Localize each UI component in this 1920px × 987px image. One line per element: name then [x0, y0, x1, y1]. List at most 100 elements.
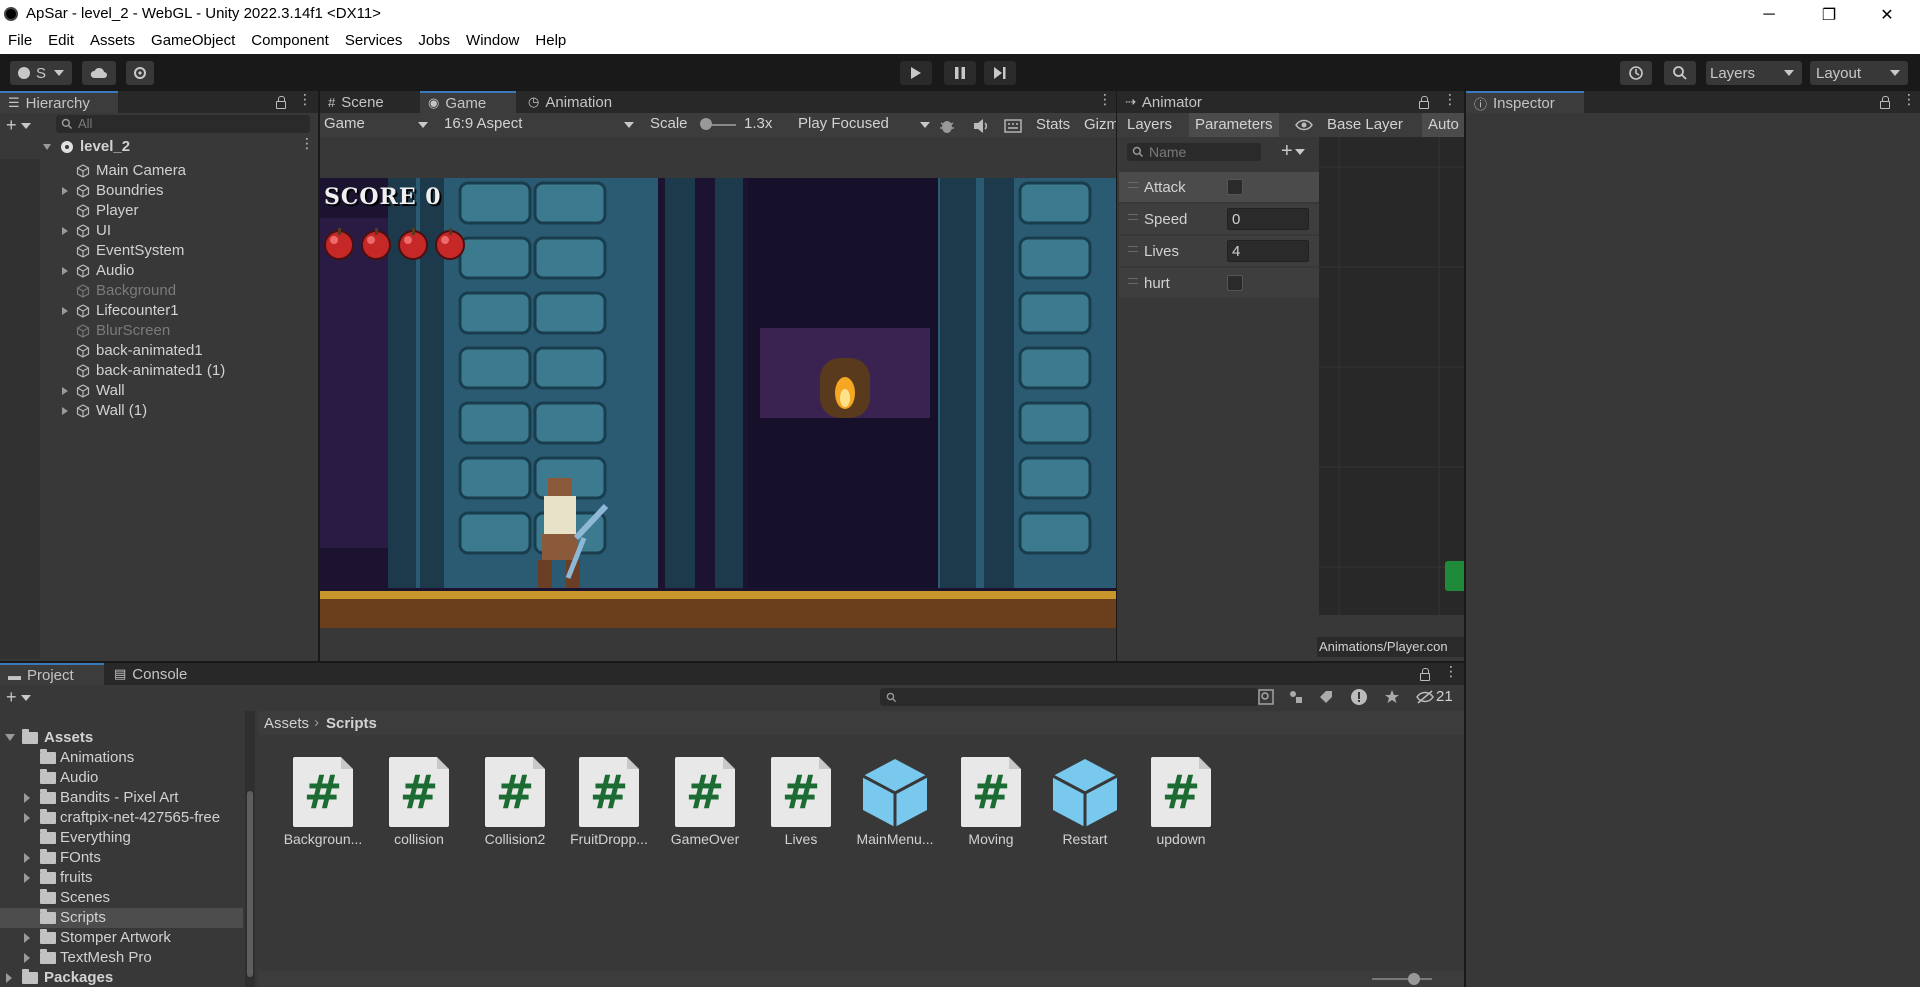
expand-arrow-icon[interactable]: [62, 227, 68, 235]
expand-arrow-icon[interactable]: [24, 933, 30, 943]
expand-arrow-icon[interactable]: [62, 407, 68, 415]
pause-button[interactable]: [944, 61, 976, 85]
expand-arrow-icon[interactable]: [24, 813, 30, 823]
tree-item-scenes[interactable]: Scenes: [0, 888, 243, 908]
tree-item-textmesh[interactable]: TextMesh Pro: [0, 948, 243, 968]
hierarchy-item-back-animated1-1[interactable]: back-animated1 (1): [0, 361, 258, 381]
expand-arrow-icon[interactable]: [62, 187, 68, 195]
tab-game[interactable]: ◉ Game: [420, 91, 516, 113]
tree-item-bandits[interactable]: Bandits - Pixel Art: [0, 788, 243, 808]
state-node-entry[interactable]: [1445, 561, 1464, 591]
hierarchy-item-player[interactable]: Player: [0, 201, 258, 221]
tab-hierarchy[interactable]: ☰ Hierarchy: [0, 91, 118, 113]
tree-item-assets[interactable]: Assets: [0, 728, 243, 748]
tab-animation[interactable]: ◷ Animation: [520, 91, 630, 113]
add-parameter-button[interactable]: +: [1281, 140, 1305, 163]
drag-handle-icon[interactable]: [1128, 214, 1138, 220]
menu-assets[interactable]: Assets: [82, 29, 143, 54]
hierarchy-item-boundries[interactable]: Boundries: [0, 181, 258, 201]
auto-live-link-button[interactable]: Auto: [1422, 113, 1465, 137]
expand-arrow-icon[interactable]: [24, 953, 30, 963]
tree-scrollbar-thumb[interactable]: [247, 791, 253, 977]
scale-slider[interactable]: Scale 1.3x: [650, 115, 786, 135]
keyboard-icon[interactable]: [1004, 118, 1022, 134]
parameter-value-field[interactable]: 4: [1227, 240, 1309, 262]
more-options-icon[interactable]: ⋮: [298, 92, 312, 106]
expand-arrow-icon[interactable]: [62, 307, 68, 315]
tree-scrollbar[interactable]: [245, 711, 255, 987]
tab-inspector[interactable]: ⓘ Inspector: [1466, 91, 1584, 113]
more-options-icon[interactable]: ⋮: [1902, 92, 1916, 106]
menu-file[interactable]: File: [0, 29, 40, 54]
parameter-checkbox[interactable]: [1227, 179, 1243, 195]
hierarchy-item-lifecounter1[interactable]: Lifecounter1: [0, 301, 258, 321]
menu-window[interactable]: Window: [458, 29, 527, 54]
lock-icon[interactable]: [1420, 668, 1430, 681]
expand-arrow-icon[interactable]: [24, 853, 30, 863]
layout-dropdown[interactable]: Layout: [1810, 61, 1908, 85]
breadcrumb-assets[interactable]: Assets: [264, 715, 309, 732]
filter-by-label-icon[interactable]: [1318, 689, 1334, 705]
expand-arrow-icon[interactable]: [6, 973, 12, 983]
tree-item-scripts[interactable]: Scripts: [0, 908, 243, 928]
layer-breadcrumb[interactable]: Base Layer: [1327, 116, 1403, 133]
expand-arrow-icon[interactable]: [5, 734, 15, 741]
tree-item-everything[interactable]: Everything: [0, 828, 243, 848]
more-options-icon[interactable]: ⋮: [1444, 664, 1458, 678]
scene-row[interactable]: level_2 ⋮: [0, 136, 314, 157]
menu-help[interactable]: Help: [527, 29, 574, 54]
tree-item-craftpix[interactable]: craftpix-net-427565-free: [0, 808, 243, 828]
tree-item-stomper[interactable]: Stomper Artwork: [0, 928, 243, 948]
lock-icon[interactable]: [276, 96, 286, 109]
scale-slider-thumb[interactable]: [700, 118, 712, 130]
expand-arrow-icon[interactable]: [62, 387, 68, 395]
create-asset-button[interactable]: +: [6, 687, 31, 708]
play-button[interactable]: [900, 61, 932, 85]
hierarchy-search[interactable]: All: [56, 115, 310, 133]
search-button[interactable]: [1664, 61, 1696, 85]
speaker-icon[interactable]: [972, 118, 990, 134]
hierarchy-item-back-animated1[interactable]: back-animated1: [0, 341, 258, 361]
stats-button[interactable]: Stats: [1036, 116, 1070, 133]
tree-item-fonts[interactable]: FOnts: [0, 848, 243, 868]
add-object-button[interactable]: +: [6, 115, 31, 136]
step-button[interactable]: [984, 61, 1016, 85]
layers-dropdown[interactable]: Layers: [1706, 61, 1802, 85]
drag-handle-icon[interactable]: [1128, 182, 1138, 188]
parameter-row-lives[interactable]: Lives 4: [1119, 236, 1319, 266]
hierarchy-item-blurscreen[interactable]: BlurScreen: [0, 321, 258, 341]
menu-component[interactable]: Component: [243, 29, 337, 54]
hierarchy-item-main-camera[interactable]: Main Camera: [0, 161, 258, 181]
collab-button[interactable]: [126, 61, 154, 85]
hierarchy-item-eventsystem[interactable]: EventSystem: [0, 241, 258, 261]
parameter-row-attack[interactable]: Attack: [1119, 172, 1319, 202]
lock-icon[interactable]: [1880, 96, 1890, 109]
filter-by-type-icon[interactable]: [1288, 689, 1304, 705]
menu-gameobject[interactable]: GameObject: [143, 29, 243, 54]
more-options-icon[interactable]: ⋮: [300, 136, 314, 150]
hierarchy-item-ui[interactable]: UI: [0, 221, 258, 241]
expand-arrow-icon[interactable]: [62, 267, 68, 275]
hierarchy-item-audio[interactable]: Audio: [0, 261, 258, 281]
parameter-checkbox[interactable]: [1227, 275, 1243, 291]
drag-handle-icon[interactable]: [1128, 246, 1138, 252]
project-search[interactable]: [880, 688, 1258, 706]
play-mode-dropdown[interactable]: Play Focused: [798, 115, 930, 135]
breadcrumb-scripts[interactable]: Scripts: [326, 715, 377, 732]
tree-item-fruits[interactable]: fruits: [0, 868, 243, 888]
account-dropdown[interactable]: S: [10, 61, 72, 85]
hidden-eye-icon[interactable]: [1416, 689, 1434, 705]
tab-layers[interactable]: Layers: [1127, 116, 1172, 133]
parameter-search[interactable]: Name: [1127, 143, 1261, 161]
minimize-button[interactable]: ─: [1746, 0, 1792, 29]
undo-history-button[interactable]: [1620, 61, 1652, 85]
search-scope-icon[interactable]: [1258, 689, 1274, 705]
expand-arrow-icon[interactable]: [43, 144, 51, 150]
game-canvas[interactable]: SCORE 0: [320, 178, 1116, 628]
menu-services[interactable]: Services: [337, 29, 411, 54]
tab-scene[interactable]: # Scene: [320, 91, 416, 113]
gizmos-button[interactable]: Gizm: [1084, 116, 1116, 133]
warning-icon[interactable]: [1350, 688, 1368, 706]
tree-item-animations[interactable]: Animations: [0, 748, 243, 768]
more-options-icon[interactable]: ⋮: [1098, 92, 1112, 106]
